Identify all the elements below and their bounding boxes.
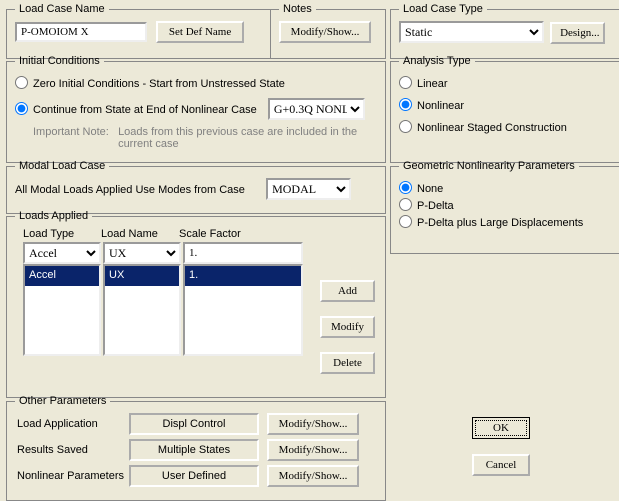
op-l2: Results Saved [17,444,129,456]
lct-legend: Load Case Type [399,3,487,15]
load-case-name-input[interactable] [15,22,147,42]
ic-note-text: Loads from this previous case are includ… [118,126,368,150]
la-h3: Scale Factor [179,228,269,240]
at-nonlinear-radio[interactable]: Nonlinear [399,100,464,112]
op-v3: User Defined [129,465,259,487]
op-v2: Multiple States [129,439,259,461]
ok-button[interactable]: OK [472,417,530,439]
load-type-select[interactable]: Accel [23,242,101,264]
gnp-legend: Geometric Nonlinearity Parameters [399,160,579,172]
op-v1: Displ Control [129,413,259,435]
lcn-legend: Load Case Name [15,3,109,15]
notes-legend: Notes [279,3,316,15]
op-ms1-button[interactable]: Modify/Show... [267,413,359,435]
modify-button[interactable]: Modify [320,316,375,338]
load-name-select[interactable]: UX [103,242,181,264]
list-item: Accel [25,266,99,286]
load-name-list[interactable]: UX [103,264,181,356]
analysis-type-group: Analysis Type Linear Nonlinear Nonlinear… [390,55,619,163]
mlc-legend: Modal Load Case [15,160,109,172]
set-def-name-button[interactable]: Set Def Name [156,21,244,43]
gnp-large-radio[interactable]: P-Delta plus Large Displacements [399,217,583,229]
other-params-group: Other Parameters Load Application Displ … [6,395,386,501]
gnp-group: Geometric Nonlinearity Parameters None P… [390,160,619,254]
notes-modify-button[interactable]: Modify/Show... [279,21,371,43]
at-legend: Analysis Type [399,55,475,67]
ic-prevcase-select[interactable]: G+0.3Q NONL [268,98,365,120]
load-case-name-group: Load Case Name Set Def Name [6,3,271,59]
list-item: 1. [185,266,301,286]
load-case-type-select[interactable]: Static [399,21,544,43]
mlc-select[interactable]: MODAL [266,178,351,200]
op-legend: Other Parameters [15,395,110,407]
gnp-none-radio[interactable]: None [399,183,443,195]
list-item: UX [105,266,179,286]
at-linear-radio[interactable]: Linear [399,78,448,90]
add-button[interactable]: Add [320,280,375,302]
scale-factor-list[interactable]: 1. [183,264,303,356]
load-case-type-group: Load Case Type Static Design... [390,3,619,59]
ic-continue-radio[interactable]: Continue from State at End of Nonlinear … [15,104,257,116]
modal-load-case-group: Modal Load Case All Modal Loads Applied … [6,160,386,214]
notes-group: Notes Modify/Show... [270,3,386,59]
scale-factor-input[interactable] [183,242,303,264]
mlc-label: All Modal Loads Applied Use Modes from C… [15,184,263,196]
op-l1: Load Application [17,418,129,430]
loads-applied-group: Loads Applied Load Type Load Name Scale … [6,210,386,398]
ic-note-label: Important Note: [33,126,115,138]
la-h2: Load Name [101,228,179,240]
design-button[interactable]: Design... [550,22,605,44]
op-l3: Nonlinear Parameters [17,470,129,482]
initial-conditions-group: Initial Conditions Zero Initial Conditio… [6,55,386,163]
load-type-list[interactable]: Accel [23,264,101,356]
la-legend: Loads Applied [15,210,92,222]
ic-zero-radio[interactable]: Zero Initial Conditions - Start from Uns… [15,78,285,90]
op-ms2-button[interactable]: Modify/Show... [267,439,359,461]
la-h1: Load Type [23,228,101,240]
delete-button[interactable]: Delete [320,352,375,374]
op-ms3-button[interactable]: Modify/Show... [267,465,359,487]
ic-legend: Initial Conditions [15,55,104,67]
at-staged-radio[interactable]: Nonlinear Staged Construction [399,122,567,134]
gnp-pdelta-radio[interactable]: P-Delta [399,200,454,212]
cancel-button[interactable]: Cancel [472,454,530,476]
